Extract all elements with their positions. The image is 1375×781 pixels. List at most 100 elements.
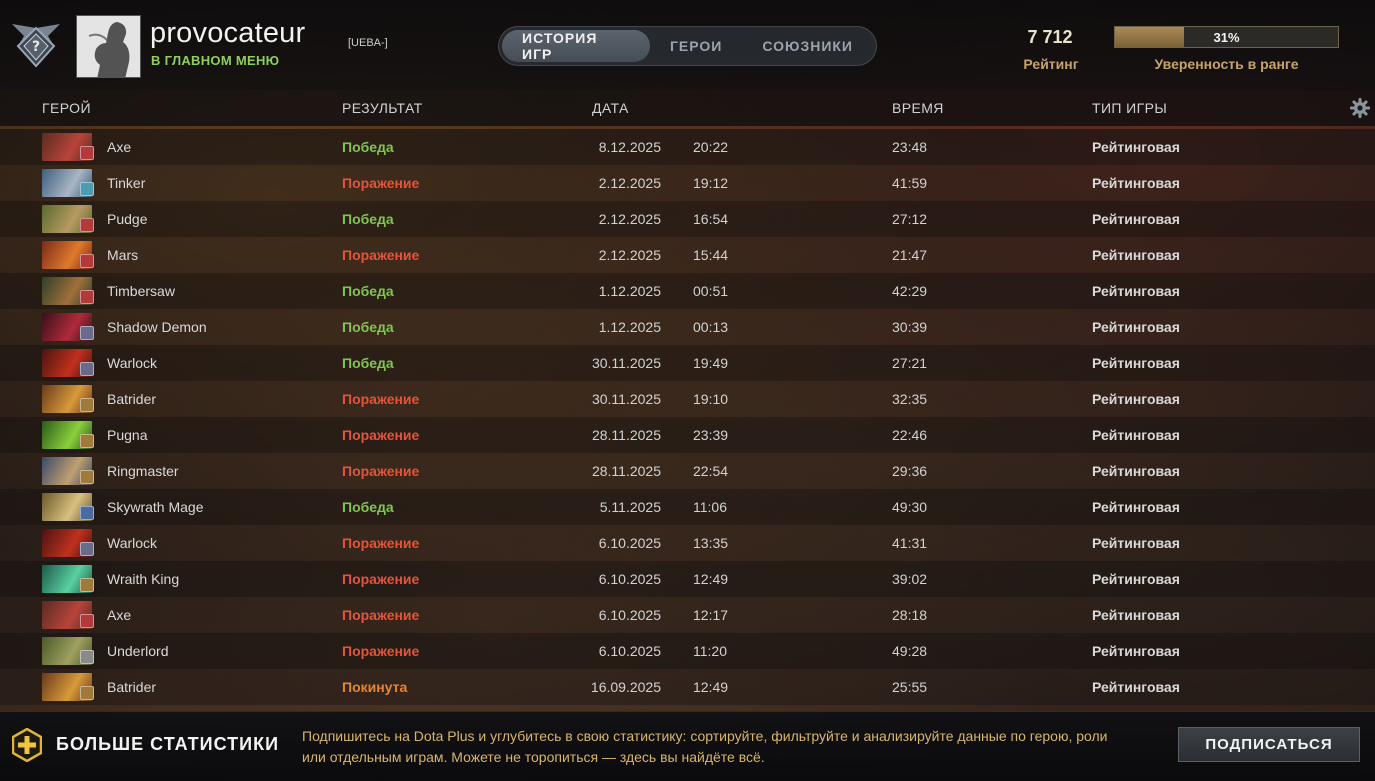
role-badge-icon bbox=[80, 542, 94, 556]
match-start-time: 00:51 bbox=[693, 283, 729, 299]
role-badge-icon bbox=[80, 614, 94, 628]
hero-name: Axe bbox=[107, 139, 132, 155]
match-result: Поражение bbox=[342, 643, 420, 659]
column-header-hero[interactable]: ГЕРОЙ bbox=[42, 100, 91, 116]
match-result: Поражение bbox=[342, 535, 420, 551]
avatar[interactable] bbox=[76, 15, 141, 78]
table-row[interactable]: Tinker Поражение 2.12.2025 19:12 41:59 Рейтин… bbox=[0, 165, 1375, 201]
table-row[interactable]: Shadow Demon Победа 1.12.2025 00:13 30:39 Рей… bbox=[0, 309, 1375, 345]
table-row[interactable]: Skywrath Mage Победа 5.11.2025 11:06 49:30 Ре… bbox=[0, 489, 1375, 525]
tab-allies[interactable]: СОЮЗНИКИ bbox=[742, 30, 873, 62]
table-row[interactable]: Mars Поражение 2.12.2025 15:44 21:47 Рейтинго… bbox=[0, 237, 1375, 273]
game-type: Рейтинговая bbox=[1092, 175, 1180, 191]
hero-name: Pudge bbox=[107, 211, 148, 227]
game-type: Рейтинговая bbox=[1092, 499, 1180, 515]
game-type: Рейтинговая bbox=[1092, 139, 1180, 155]
table-header: ГЕРОЙ РЕЗУЛЬТАТ ДАТА ВРЕМЯ ТИП ИГРЫ bbox=[0, 90, 1375, 126]
table-row[interactable]: Axe Поражение 6.10.2025 12:17 28:18 Рейтингов… bbox=[0, 597, 1375, 633]
match-duration: 39:02 bbox=[892, 571, 928, 587]
table-row[interactable]: Ringmaster Поражение 28.11.2025 22:54 29:36 Р… bbox=[0, 453, 1375, 489]
match-start-time: 12:49 bbox=[693, 571, 729, 587]
role-badge-icon bbox=[80, 434, 94, 448]
match-duration: 32:35 bbox=[892, 391, 928, 407]
match-duration: 41:59 bbox=[892, 175, 928, 191]
player-team-tag: [UEBA-] bbox=[348, 37, 388, 49]
match-date: 16.09.2025 bbox=[590, 679, 661, 695]
match-duration: 27:12 bbox=[892, 211, 928, 227]
match-date: 8.12.2025 bbox=[598, 139, 661, 155]
hero-name: Axe bbox=[107, 607, 132, 623]
game-type: Рейтинговая bbox=[1092, 607, 1180, 623]
tab-match-history[interactable]: ИСТОРИЯ ИГР bbox=[502, 30, 650, 62]
game-type: Рейтинговая bbox=[1092, 679, 1180, 695]
tab-heroes[interactable]: ГЕРОИ bbox=[650, 30, 742, 62]
match-duration: 23:48 bbox=[892, 139, 928, 155]
column-header-date[interactable]: ДАТА bbox=[592, 100, 629, 116]
match-duration: 41:31 bbox=[892, 535, 928, 551]
match-start-time: 16:54 bbox=[693, 211, 729, 227]
match-start-time: 19:10 bbox=[693, 391, 729, 407]
match-start-time: 00:13 bbox=[693, 319, 729, 335]
match-duration: 28:18 bbox=[892, 607, 928, 623]
match-date: 1.12.2025 bbox=[598, 319, 661, 335]
role-badge-icon bbox=[80, 686, 94, 700]
game-type: Рейтинговая bbox=[1092, 247, 1180, 263]
table-row[interactable]: Underlord Поражение 6.10.2025 11:20 49:28 Рей… bbox=[0, 633, 1375, 669]
game-type: Рейтинговая bbox=[1092, 571, 1180, 587]
role-badge-icon bbox=[80, 254, 94, 268]
role-badge-icon bbox=[80, 218, 94, 232]
role-badge-icon bbox=[80, 506, 94, 520]
match-start-time: 19:49 bbox=[693, 355, 729, 371]
match-start-time: 12:49 bbox=[693, 679, 729, 695]
match-duration: 30:39 bbox=[892, 319, 928, 335]
match-result: Поражение bbox=[342, 463, 420, 479]
rank-emblem-icon[interactable]: ? bbox=[8, 18, 64, 74]
match-date: 28.11.2025 bbox=[591, 427, 661, 443]
game-type: Рейтинговая bbox=[1092, 463, 1180, 479]
column-header-result[interactable]: РЕЗУЛЬТАТ bbox=[342, 100, 423, 116]
match-result: Поражение bbox=[342, 571, 420, 587]
match-date: 2.12.2025 bbox=[598, 211, 661, 227]
hero-name: Skywrath Mage bbox=[107, 499, 204, 515]
game-type: Рейтинговая bbox=[1092, 535, 1180, 551]
table-row[interactable]: Warlock Победа 30.11.2025 19:49 27:21 Рейтинг… bbox=[0, 345, 1375, 381]
hero-name: Ringmaster bbox=[107, 463, 179, 479]
gear-icon[interactable] bbox=[1349, 97, 1371, 119]
subscribe-button[interactable]: ПОДПИСАТЬСЯ bbox=[1178, 727, 1360, 762]
role-badge-icon bbox=[80, 398, 94, 412]
game-type: Рейтинговая bbox=[1092, 319, 1180, 335]
role-badge-icon bbox=[80, 650, 94, 664]
role-badge-icon bbox=[80, 578, 94, 592]
role-badge-icon bbox=[80, 326, 94, 340]
table-row[interactable]: Axe Победа 8.12.2025 20:22 23:48 Рейтинговая bbox=[0, 129, 1375, 165]
match-start-time: 20:22 bbox=[693, 139, 729, 155]
hero-name: Underlord bbox=[107, 643, 169, 659]
role-badge-icon bbox=[80, 362, 94, 376]
column-header-duration[interactable]: ВРЕМЯ bbox=[892, 100, 944, 116]
table-row[interactable]: Warlock Поражение 6.10.2025 13:35 41:31 Рейти… bbox=[0, 525, 1375, 561]
game-type: Рейтинговая bbox=[1092, 643, 1180, 659]
table-row[interactable]: Pugna Поражение 28.11.2025 23:39 22:46 Рейтин… bbox=[0, 417, 1375, 453]
game-type: Рейтинговая bbox=[1092, 391, 1180, 407]
match-date: 2.12.2025 bbox=[598, 175, 661, 191]
table-row[interactable]: Batrider Покинута 16.09.2025 12:49 25:55 Рейт… bbox=[0, 669, 1375, 705]
match-result: Победа bbox=[342, 355, 394, 371]
rating-label: Рейтинг bbox=[1023, 56, 1079, 72]
match-date: 2.12.2025 bbox=[598, 247, 661, 263]
hero-name: Pugna bbox=[107, 427, 148, 443]
table-row[interactable]: Wraith King Поражение 6.10.2025 12:49 39:02 Р… bbox=[0, 561, 1375, 597]
hero-name: Warlock bbox=[107, 535, 158, 551]
hero-name: Tinker bbox=[107, 175, 146, 191]
match-date: 30.11.2025 bbox=[591, 355, 661, 371]
match-duration: 21:47 bbox=[892, 247, 928, 263]
hero-name: Wraith King bbox=[107, 571, 180, 587]
match-date: 30.11.2025 bbox=[591, 391, 661, 407]
table-row[interactable]: Pudge Победа 2.12.2025 16:54 27:12 Рейтингова… bbox=[0, 201, 1375, 237]
match-duration: 49:30 bbox=[892, 499, 928, 515]
match-date: 6.10.2025 bbox=[598, 607, 661, 623]
column-header-game-type[interactable]: ТИП ИГРЫ bbox=[1092, 100, 1167, 116]
table-row[interactable]: Batrider Поражение 30.11.2025 19:10 32:35 Рей… bbox=[0, 381, 1375, 417]
match-duration: 22:46 bbox=[892, 427, 928, 443]
hero-name: Mars bbox=[107, 247, 139, 263]
table-row[interactable]: Timbersaw Победа 1.12.2025 00:51 42:29 Рейтин… bbox=[0, 273, 1375, 309]
